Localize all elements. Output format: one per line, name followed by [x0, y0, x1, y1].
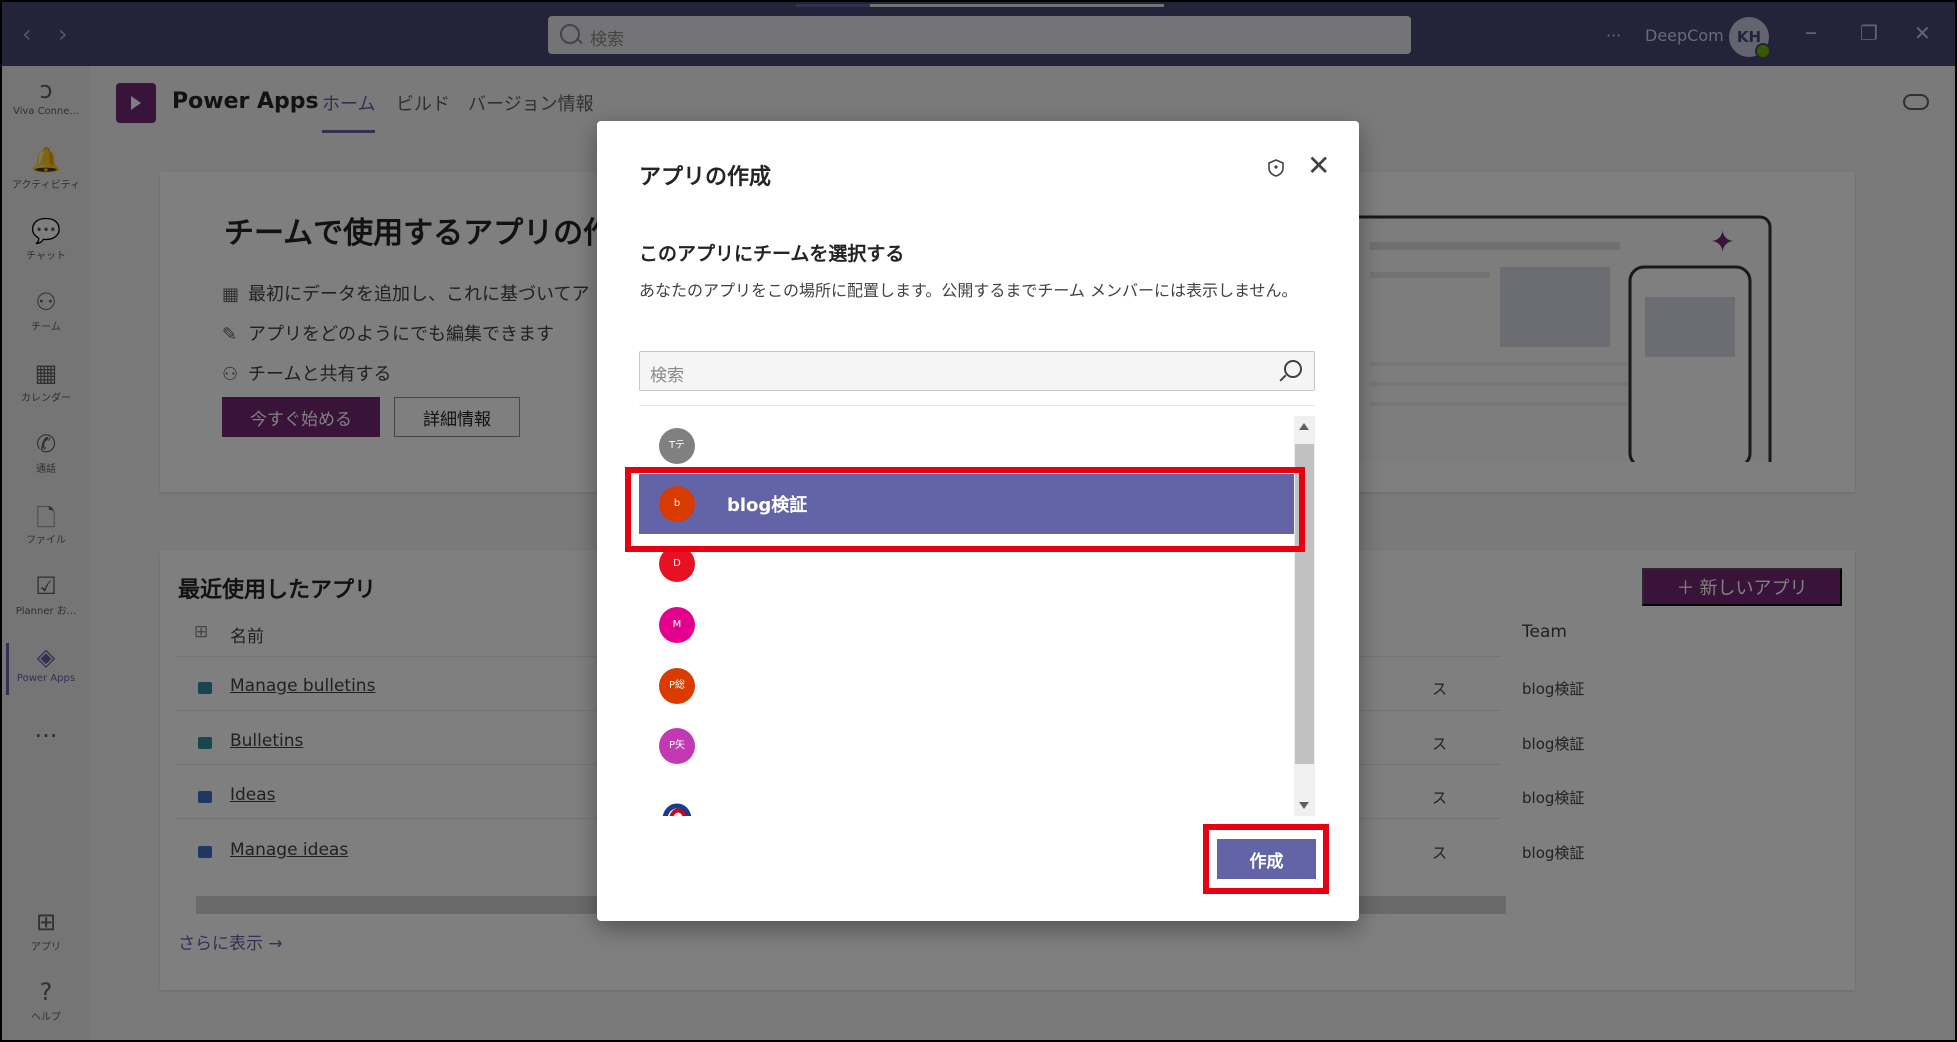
dialog-title: アプリの作成	[639, 165, 772, 190]
search-icon	[1284, 360, 1302, 378]
team-avatar: P矢	[659, 728, 695, 764]
annotation-highlight-create	[1203, 824, 1329, 894]
team-avatar: Tテ	[659, 428, 695, 464]
annotation-highlight-team	[625, 467, 1305, 552]
shield-icon[interactable]	[1268, 159, 1284, 177]
scroll-up-icon[interactable]	[1299, 423, 1309, 430]
team-list-item[interactable]: P矢	[639, 716, 1294, 776]
dialog-subtitle: このアプリにチームを選択する	[639, 243, 905, 265]
team-avatar: M	[659, 607, 695, 643]
team-search-input[interactable]: 検索	[639, 351, 1315, 391]
dialog-description: あなたのアプリをこの場所に配置します。公開するまでチーム メンバーには表示しませ…	[639, 281, 1298, 300]
divider	[639, 405, 1315, 406]
team-list-item[interactable]	[639, 776, 1294, 816]
team-logo-icon	[662, 803, 692, 816]
close-icon[interactable]: ✕	[1307, 149, 1330, 182]
team-search-placeholder: 検索	[650, 366, 684, 386]
team-list-item[interactable]: P総	[639, 656, 1294, 716]
team-avatar: P総	[659, 668, 695, 704]
scroll-down-icon[interactable]	[1299, 802, 1309, 809]
team-list-item[interactable]: M	[639, 595, 1294, 655]
